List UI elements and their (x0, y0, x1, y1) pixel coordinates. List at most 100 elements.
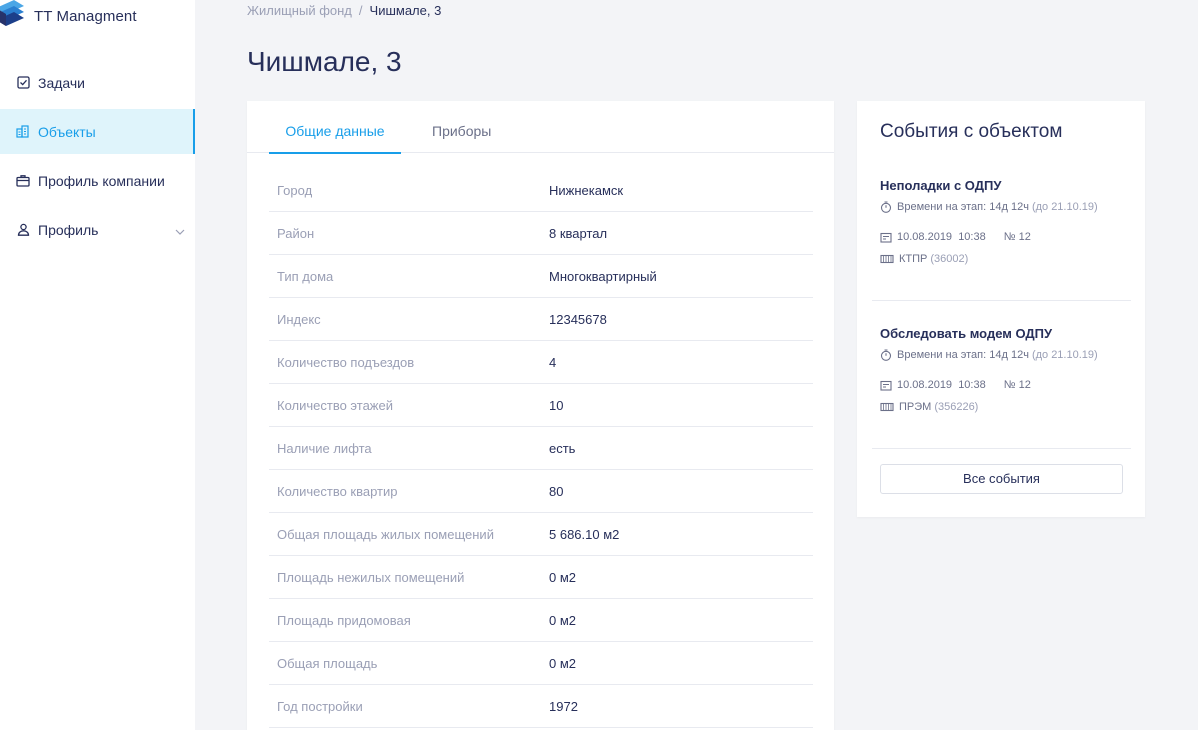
detail-row: Город Нижнекамск (269, 169, 813, 212)
tabs: Общие данные Приборы (247, 101, 834, 154)
event-number: № 12 (1003, 379, 1031, 391)
detail-row: Площадь придомовая 0 м2 (269, 599, 813, 642)
calendar-icon (880, 232, 892, 243)
checkbox-icon (16, 76, 30, 90)
event-date: 10.08.2019 (897, 231, 953, 243)
tab-devices[interactable]: Приборы (432, 101, 491, 153)
object-details-card: Общие данные Приборы Город Нижнекамск Райо… (247, 101, 834, 730)
detail-value: 1972 (549, 698, 578, 714)
detail-key: Тип дома (277, 268, 334, 284)
sidebar-item-label: Задачи (38, 74, 86, 91)
event-title[interactable]: Обследовать модем ОДПУ (880, 326, 1135, 341)
events-card: События с объектом Неполадки с ОДПУ Врем… (857, 101, 1145, 517)
event-item[interactable]: Неполадки с ОДПУ Времени на этап: 14д 12… (880, 178, 1135, 265)
event-time: 10:38 (958, 231, 986, 243)
stopwatch-icon (880, 201, 892, 213)
sidebar: TT Managment Задачи Объекты Профиль комп… (0, 0, 195, 730)
detail-key: Общая площадь жилых помещений (277, 526, 494, 542)
event-deadline: (до 21.10.19) (1031, 349, 1098, 361)
detail-row: Общая площадь жилых помещений 5 686.10 м2 (269, 513, 813, 556)
sidebar-item-label: Профиль компании (38, 172, 165, 189)
page-title: Чишмале, 3 (247, 46, 402, 77)
detail-value: 4 (549, 354, 557, 370)
breadcrumb-parent-link[interactable]: Жилищный фонд (247, 3, 352, 18)
buildings-icon (16, 125, 30, 139)
event-device-name: КТПР (899, 253, 928, 265)
breadcrumb-separator: / (358, 3, 363, 18)
user-icon (16, 223, 30, 237)
stopwatch-icon (880, 349, 892, 361)
divider (872, 300, 1131, 301)
detail-row: Индекс 12345678 (269, 298, 813, 341)
detail-key: Год постройки (277, 698, 363, 714)
event-title[interactable]: Неполадки с ОДПУ (880, 178, 1135, 193)
sidebar-item-company-profile[interactable]: Профиль компании (0, 158, 195, 203)
detail-row: Наличие лифта есть (269, 427, 813, 470)
detail-row: Район 8 квартал (269, 212, 813, 255)
detail-value: есть (549, 440, 576, 456)
detail-key: Город (277, 182, 313, 198)
sidebar-nav: Задачи Объекты Профиль компании Профиль (0, 60, 195, 256)
event-meta: 10.08.2019 10:38 № 12 (880, 231, 1135, 243)
calendar-icon (880, 380, 892, 391)
app-name: TT Managment (34, 7, 137, 25)
tab-general[interactable]: Общие данные (269, 101, 401, 154)
event-device-name: ПРЭМ (899, 401, 932, 413)
detail-row: Количество квартир 80 (269, 470, 813, 513)
detail-row: Площадь нежилых помещений 0 м2 (269, 556, 813, 599)
detail-key: Наличие лифта (277, 440, 372, 456)
event-device-code: (356226) (934, 401, 979, 413)
detail-key: Количество этажей (277, 397, 393, 413)
detail-row: Общая площадь 0 м2 (269, 642, 813, 685)
detail-row: Год постройки 1972 (269, 685, 813, 728)
sidebar-item-tasks[interactable]: Задачи (0, 60, 195, 105)
detail-key: Площадь придомовая (277, 612, 411, 628)
all-events-button[interactable]: Все события (880, 464, 1123, 494)
event-number: № 12 (1003, 231, 1031, 243)
details-list: Город Нижнекамск Район 8 квартал Тип дома Мно… (269, 169, 813, 728)
detail-value: 80 (549, 483, 564, 499)
sidebar-item-profile[interactable]: Профиль (0, 207, 195, 252)
briefcase-icon (16, 174, 30, 188)
detail-key: Общая площадь (277, 655, 378, 671)
detail-value: Нижнекамск (549, 182, 624, 198)
breadcrumb: Жилищный фонд / Чишмале, 3 (247, 3, 441, 18)
meter-icon (880, 402, 894, 412)
event-timer: Времени на этап: 14д 12ч (до 21.10.19) (880, 349, 1135, 361)
detail-key: Площадь нежилых помещений (277, 569, 465, 585)
event-item[interactable]: Обследовать модем ОДПУ Времени на этап: … (880, 326, 1135, 413)
event-date: 10.08.2019 (897, 379, 953, 391)
detail-value: 5 686.10 м2 (549, 526, 620, 542)
event-device: КТПР (36002) (880, 253, 1135, 265)
breadcrumb-current: Чишмале, 3 (369, 3, 442, 18)
event-time-label: Времени на этап: 14д 12ч (897, 349, 1029, 361)
detail-key: Индекс (277, 311, 321, 327)
sidebar-item-label: Объекты (38, 123, 96, 140)
sidebar-item-objects[interactable]: Объекты (0, 109, 195, 154)
detail-value: 8 квартал (549, 225, 608, 241)
detail-value: 0 м2 (549, 569, 577, 585)
event-deadline: (до 21.10.19) (1031, 201, 1098, 213)
app-logo (0, 0, 26, 36)
chevron-down-icon[interactable] (175, 222, 185, 238)
brand[interactable]: TT Managment (0, 0, 137, 38)
events-title: События с объектом (880, 121, 1063, 142)
detail-key: Количество квартир (277, 483, 398, 499)
detail-key: Район (277, 225, 315, 241)
sidebar-item-label: Профиль (38, 221, 99, 238)
detail-row: Количество подъездов 4 (269, 341, 813, 384)
detail-value: Многоквартирный (549, 268, 657, 284)
event-device-code: (36002) (930, 253, 969, 265)
event-device: ПРЭМ (356226) (880, 401, 1135, 413)
detail-value: 0 м2 (549, 612, 577, 628)
event-time-label: Времени на этап: 14д 12ч (897, 201, 1029, 213)
event-time: 10:38 (958, 379, 986, 391)
divider (872, 448, 1131, 449)
detail-row: Количество этажей 10 (269, 384, 813, 427)
meter-icon (880, 254, 894, 264)
detail-value: 10 (549, 397, 564, 413)
detail-key: Количество подъездов (277, 354, 415, 370)
detail-value: 0 м2 (549, 655, 577, 671)
detail-value: 12345678 (549, 311, 607, 327)
event-meta: 10.08.2019 10:38 № 12 (880, 379, 1135, 391)
